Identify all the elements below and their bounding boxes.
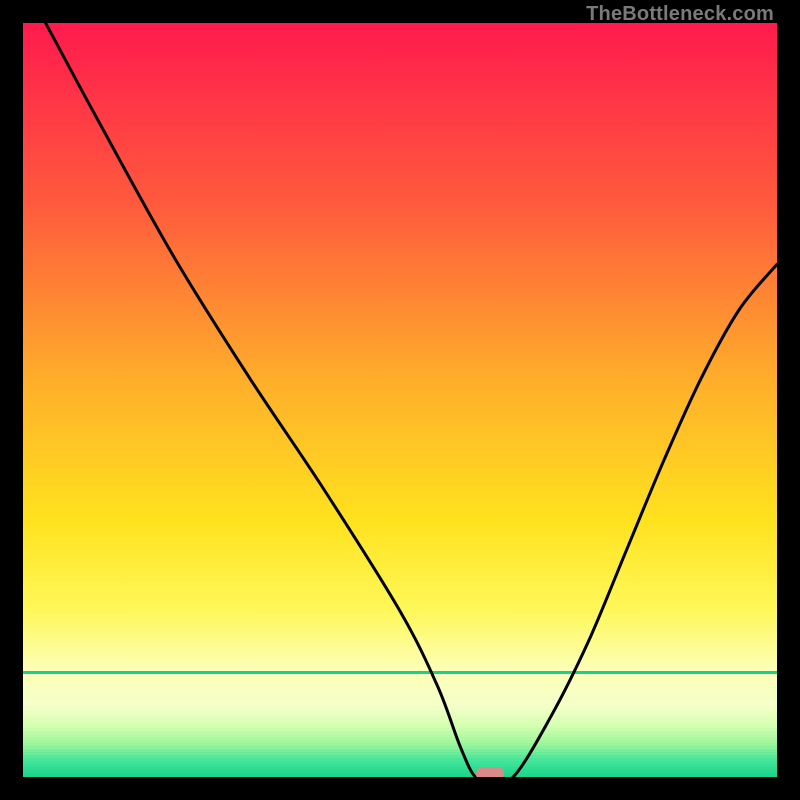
chart-frame: TheBottleneck.com — [0, 0, 800, 800]
bottleneck-curve-path — [46, 23, 777, 777]
optimal-marker — [476, 767, 504, 777]
curve-layer — [23, 23, 777, 777]
watermark-text: TheBottleneck.com — [586, 3, 774, 26]
plot-area — [23, 23, 777, 777]
